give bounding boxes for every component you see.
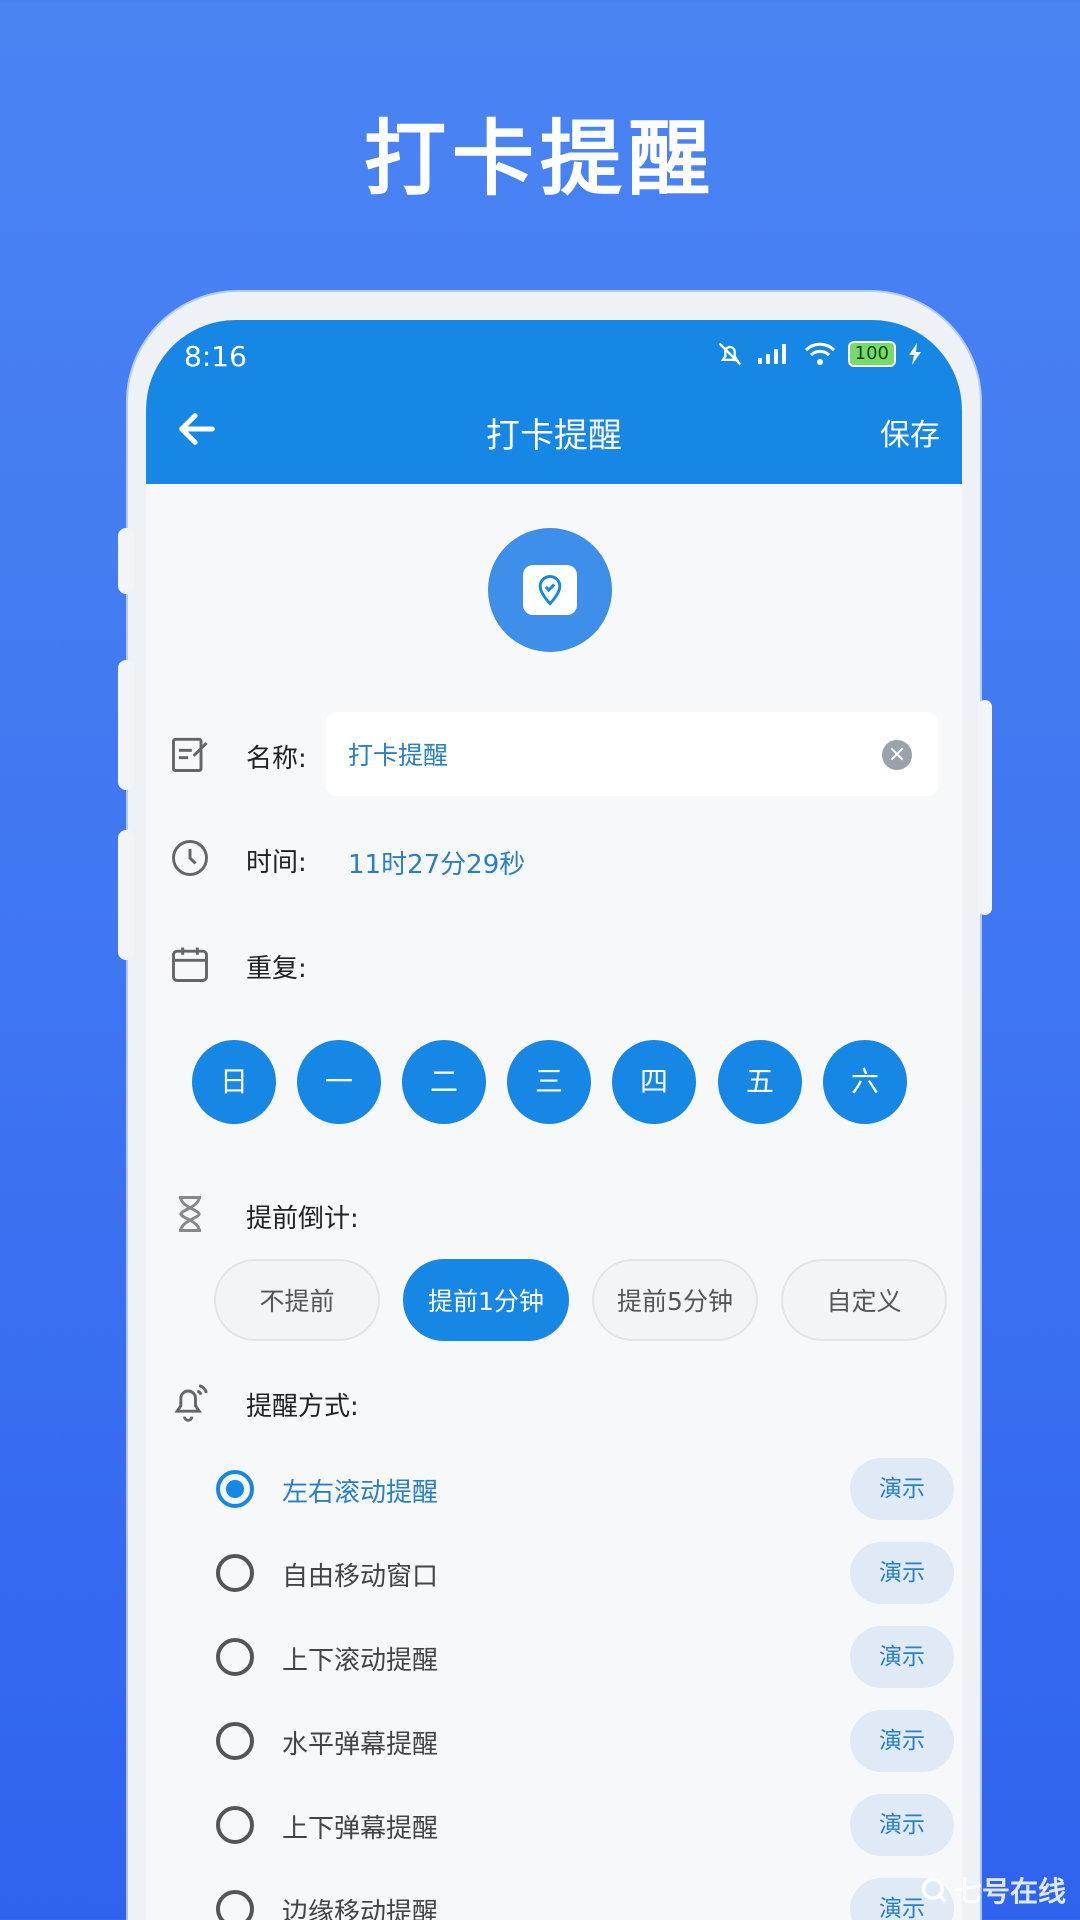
method-option-label: 边缘移动提醒 [282,1898,439,1920]
method-option[interactable]: 左右滚动提醒 演示 [146,1450,962,1534]
clear-icon[interactable]: × [882,740,912,770]
calendar-icon [172,947,208,982]
method-option[interactable]: 上下弹幕提醒 演示 [146,1786,962,1870]
advance-option-1min[interactable]: 提前1分钟 [403,1259,569,1341]
radio-unchecked[interactable] [216,1554,254,1592]
method-label: 提醒方式: [246,1392,359,1422]
save-button[interactable]: 保存 [880,410,940,454]
radio-unchecked[interactable] [216,1890,254,1920]
status-icons: 100 [716,340,922,368]
edit-note-icon [172,737,208,772]
hourglass-icon [179,1196,201,1232]
signal-icon [757,344,786,364]
name-value: 打卡提醒 [348,741,449,770]
phone-side-button [118,528,134,594]
advance-option-5min[interactable]: 提前5分钟 [592,1259,758,1341]
method-option-label: 自由移动窗口 [282,1562,439,1592]
app-logo [488,528,612,652]
radio-unchecked[interactable] [216,1806,254,1844]
advance-option-custom[interactable]: 自定义 [781,1259,947,1341]
advance-option-none[interactable]: 不提前 [214,1259,380,1341]
name-input[interactable]: 打卡提醒 × [326,712,938,796]
phone-side-button [978,700,992,915]
time-label: 时间: [246,848,307,878]
weekday-mon[interactable]: 一 [297,1040,381,1124]
clock-icon [172,840,208,876]
battery-indicator: 100 [847,341,896,367]
method-option-label: 左右滚动提醒 [282,1478,439,1508]
watermark: 七号在线 [920,1870,1066,1910]
weekday-thu[interactable]: 四 [612,1040,696,1124]
weekday-sun[interactable]: 日 [192,1040,276,1124]
weekday-sat[interactable]: 六 [823,1040,907,1124]
repeat-label: 重复: [246,954,307,984]
radio-checked[interactable] [216,1470,254,1508]
page-title: 打卡提醒 [486,416,622,456]
demo-button[interactable]: 演示 [850,1710,954,1772]
radio-unchecked[interactable] [216,1722,254,1760]
method-option-label: 上下滚动提醒 [282,1646,439,1676]
promo-title: 打卡提醒 [363,112,716,207]
demo-button[interactable]: 演示 [850,1458,954,1520]
radio-unchecked[interactable] [216,1638,254,1676]
watermark-text: 七号在线 [953,1875,1066,1908]
demo-button[interactable]: 演示 [850,1542,954,1604]
phone-side-button [118,830,134,960]
method-option[interactable]: 边缘移动提醒 演示 [146,1870,962,1920]
charging-icon [909,343,921,365]
demo-button[interactable]: 演示 [850,1626,954,1688]
location-check-icon [538,574,562,606]
app-screen: 8:16 100 打卡提醒 保存 名称: 打卡提醒 × 时间: 11时27分29… [146,320,962,1920]
method-option[interactable]: 上下滚动提醒 演示 [146,1618,962,1702]
method-option[interactable]: 自由移动窗口 演示 [146,1534,962,1618]
method-option[interactable]: 水平弹幕提醒 演示 [146,1702,962,1786]
bell-ring-icon [174,1384,208,1422]
time-value[interactable]: 11时27分29秒 [348,844,525,881]
name-label: 名称: [246,744,307,774]
app-bar: 8:16 100 打卡提醒 保存 [146,320,962,484]
advance-label: 提前倒计: [246,1204,359,1234]
status-time: 8:16 [184,340,247,373]
demo-button[interactable]: 演示 [850,1794,954,1856]
weekday-tue[interactable]: 二 [402,1040,486,1124]
method-option-label: 上下弹幕提醒 [282,1814,439,1844]
phone-side-button [118,660,134,790]
method-option-label: 水平弹幕提醒 [282,1730,439,1760]
mute-bell-icon [718,342,741,366]
weekday-fri[interactable]: 五 [718,1040,802,1124]
wifi-icon [804,342,835,365]
weekday-wed[interactable]: 三 [507,1040,591,1124]
watermark-logo-icon [921,1877,947,1903]
